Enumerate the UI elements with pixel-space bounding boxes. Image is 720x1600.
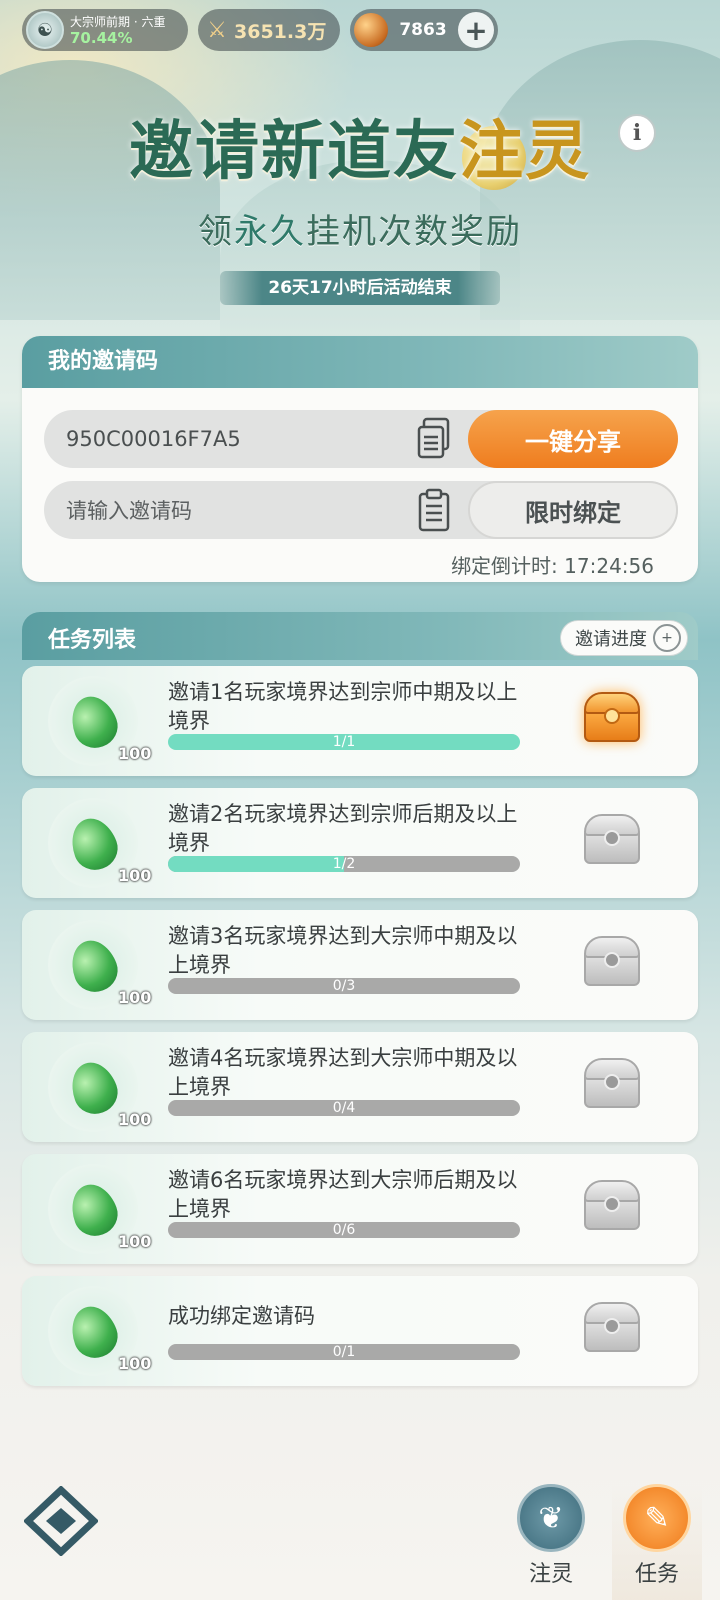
task-progress-label: 0/1 (332, 1344, 356, 1360)
bind-timer-label: 绑定倒计时: (451, 554, 558, 578)
reward-item[interactable]: 100 (48, 1042, 151, 1132)
nav-tab-task-label: 任务 (634, 1562, 679, 1587)
event-title-accent: 注灵 (459, 114, 591, 189)
spirit-leaf-icon (64, 812, 124, 876)
task-row: 100 邀请6名玩家境界达到大宗师后期及以上境界 0/6 (22, 1154, 698, 1264)
task-progress-label: 0/6 (332, 1222, 356, 1238)
currency-pill: 7863 + (350, 9, 498, 51)
power-pill: ⚔ 3651.3万 (198, 9, 340, 51)
reward-amount: 100 (118, 1110, 152, 1129)
enter-code-row: 请输入邀请码 限时绑定 (44, 481, 678, 539)
treasure-chest-icon[interactable] (580, 930, 644, 994)
task-progress-bar: 0/1 (168, 1344, 520, 1360)
treasure-chest-icon[interactable] (580, 1296, 644, 1360)
reward-amount: 100 (118, 744, 152, 763)
task-progress-label: 0/4 (332, 1100, 356, 1116)
spirit-leaf-icon (64, 1178, 124, 1242)
event-title: 邀请新道友注灵 (0, 100, 720, 192)
task-list-title: 任务列表 (48, 628, 137, 653)
share-button[interactable]: 一键分享 (468, 410, 678, 468)
person-plus-icon: + (653, 624, 681, 652)
leaf-icon: ❦ (517, 1484, 585, 1552)
nav-tab-lingzhu[interactable]: ❦ 注灵 (506, 1484, 596, 1600)
rank-percent: 70.44% (70, 29, 133, 47)
task-row: 100 邀请1名玩家境界达到宗师中期及以上境界 1/1 (22, 666, 698, 776)
spirit-leaf-icon (64, 690, 124, 754)
copy-icon[interactable] (416, 417, 452, 461)
task-progress-bar: 0/6 (168, 1222, 520, 1238)
task-progress-bar: 0/4 (168, 1100, 520, 1116)
invite-code-card: 我的邀请码 950C00016F7A5 一键分享 请输入邀请码 限时绑定 绑定倒… (22, 336, 698, 582)
invite-card-header: 我的邀请码 (22, 336, 698, 388)
status-bar: ☯ 大宗师前期 · 六重 70.44% ⚔ 3651.3万 7863 + (22, 8, 498, 52)
task-progress-label: 1/1 (332, 734, 356, 750)
my-invite-code: 950C00016F7A5 (66, 427, 241, 451)
subtitle-pre: 领 (198, 212, 234, 252)
crossed-swords-icon: ⚔ (207, 17, 227, 43)
spirit-leaf-icon (64, 934, 124, 998)
my-code-row: 950C00016F7A5 一键分享 (44, 410, 678, 468)
reward-item[interactable]: 100 (48, 798, 151, 888)
nav-tab-lingzhu-label: 注灵 (528, 1562, 573, 1587)
subtitle-post: 挂机次数奖励 (306, 212, 522, 252)
treasure-chest-icon[interactable] (580, 686, 644, 750)
task-description: 邀请1名玩家境界达到宗师中期及以上境界 (168, 680, 518, 733)
task-description: 成功绑定邀请码 (168, 1304, 315, 1328)
invite-code-input[interactable]: 请输入邀请码 (44, 495, 416, 525)
reward-item[interactable]: 100 (48, 1164, 151, 1254)
add-currency-button[interactable]: + (457, 12, 494, 48)
task-list-header: 任务列表 邀请进度 + (22, 612, 698, 660)
task-progress-label: 0/3 (332, 978, 356, 994)
reward-item[interactable]: 100 (48, 676, 151, 766)
task-description: 邀请6名玩家境界达到大宗师后期及以上境界 (168, 1168, 518, 1221)
power-value: 3651.3万 (234, 20, 327, 43)
task-progress-bar: 1/2 (168, 856, 520, 872)
task-description: 邀请2名玩家境界达到宗师后期及以上境界 (168, 802, 518, 855)
bind-timer-value: 17:24:56 (564, 554, 654, 578)
treasure-chest-icon[interactable] (580, 808, 644, 872)
rank-pill[interactable]: ☯ 大宗师前期 · 六重 70.44% (22, 9, 188, 51)
event-subtitle: 领永久挂机次数奖励 (0, 204, 720, 253)
spirit-leaf-icon (64, 1056, 124, 1120)
bind-button[interactable]: 限时绑定 (468, 481, 678, 539)
reward-amount: 100 (118, 1354, 152, 1373)
bind-countdown: 绑定倒计时: 17:24:56 (451, 550, 654, 579)
rank-name: 大宗师前期 · 六重 (70, 15, 166, 29)
treasure-chest-icon[interactable] (580, 1174, 644, 1238)
task-row: 100 邀请3名玩家境界达到大宗师中期及以上境界 0/3 (22, 910, 698, 1020)
invite-progress-button[interactable]: 邀请进度 + (560, 620, 688, 656)
avatar: ☯ (26, 11, 64, 49)
subtitle-em: 永久 (234, 212, 306, 252)
paste-icon[interactable] (416, 488, 452, 532)
reward-item[interactable]: 100 (48, 1286, 151, 1376)
event-countdown: 26天17小时后活动结束 (220, 271, 500, 305)
task-row: 100 邀请2名玩家境界达到宗师后期及以上境界 1/2 (22, 788, 698, 898)
reward-amount: 100 (118, 866, 152, 885)
task-progress-bar: 1/1 (168, 734, 520, 750)
treasure-chest-icon[interactable] (580, 1052, 644, 1116)
spirit-coin-icon (354, 13, 388, 47)
spirit-leaf-icon (64, 1300, 124, 1364)
invite-progress-label: 邀请进度 (575, 629, 647, 650)
task-progress-label: 1/2 (332, 856, 356, 872)
task-description: 邀请3名玩家境界达到大宗师中期及以上境界 (168, 924, 518, 977)
currency-value: 7863 (399, 20, 447, 40)
reward-amount: 100 (118, 988, 152, 1007)
task-progress-bar: 0/3 (168, 978, 520, 994)
task-description: 邀请4名玩家境界达到大宗师中期及以上境界 (168, 1046, 518, 1099)
scroll-icon: ✎ (623, 1484, 691, 1552)
reward-item[interactable]: 100 (48, 920, 151, 1010)
event-title-main: 邀请新道友 (129, 114, 459, 189)
reward-amount: 100 (118, 1232, 152, 1251)
nav-tab-task[interactable]: ✎ 任务 (612, 1484, 702, 1600)
info-button[interactable]: i (618, 114, 656, 152)
game-logo-icon[interactable] (22, 1485, 100, 1557)
task-row: 100 邀请4名玩家境界达到大宗师中期及以上境界 0/4 (22, 1032, 698, 1142)
task-row: 100 成功绑定邀请码 0/1 (22, 1276, 698, 1386)
event-title-block: 邀请新道友注灵 领永久挂机次数奖励 26天17小时后活动结束 (0, 100, 720, 305)
